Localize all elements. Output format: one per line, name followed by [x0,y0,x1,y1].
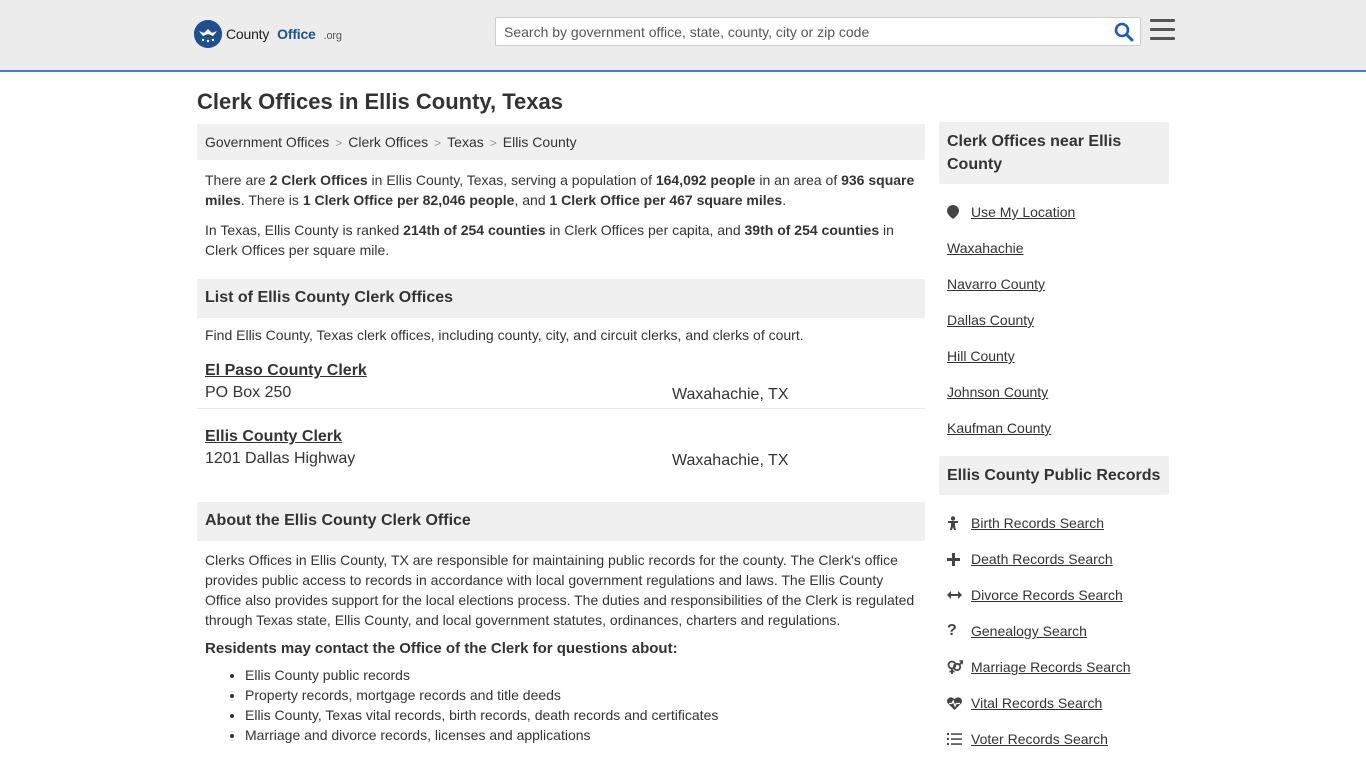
list-icon [947,733,971,745]
list-item: Property records, mortgage records and t… [245,685,925,705]
list-item: Ellis County public records [245,665,925,685]
office-list: El Paso County Clerk PO Box 250 Waxahach… [197,343,925,473]
nearby-offices-heading: Clerk Offices near Ellis County [939,122,1169,184]
chevron-right-icon: > [489,136,497,150]
breadcrumb-clerk-offices[interactable]: Clerk Offices [348,134,428,150]
contact-heading: Residents may contact the Office of the … [205,640,678,657]
chevron-right-icon: > [335,136,343,150]
location-pin-icon [947,205,971,219]
nearby-link[interactable]: Kaufman County [947,420,1051,436]
about-heading: About the Ellis County Clerk Office [197,502,925,541]
public-records-heading: Ellis County Public Records [939,456,1169,495]
office-city: Waxahachie, TX [672,452,789,469]
list-item: Marriage and divorce records, licenses a… [245,725,925,745]
heartbeat-icon [947,696,971,710]
page-title: Clerk Offices in Ellis County, Texas [197,89,563,114]
breadcrumb: Government Offices > Clerk Offices > Texas > E… [197,124,925,160]
sidebar-item-waxahachie: Waxahachie [947,230,1161,266]
nearby-link[interactable]: Hill County [947,348,1015,364]
records-link[interactable]: Genealogy Search [971,623,1087,639]
logo-wordmark: County Office .org [226,26,342,42]
arrows-horizontal-icon [947,590,971,600]
logo-county: County [226,26,270,42]
nearby-link[interactable]: Waxahachie [947,240,1024,256]
office-list-description: Find Ellis County, Texas clerk offices, … [205,327,804,343]
sidebar-item-dallas-county: Dallas County [947,302,1161,338]
search-input[interactable] [496,18,1096,45]
intro-statistics: There are 2 Clerk Offices in Ellis Count… [205,172,915,208]
sidebar-item-kaufman-county: Kaufman County [947,410,1161,446]
nearby-offices-list: Use My Location Waxahachie Navarro Count… [939,194,1169,446]
office-listing: El Paso County Clerk PO Box 250 Waxahach… [197,343,925,408]
site-header: County Office .org [0,0,1366,72]
sidebar-item-genealogy: ? Genealogy Search [947,613,1161,649]
sidebar-item-death-records: Death Records Search [947,541,1161,577]
logo-office: Office [277,26,316,42]
breadcrumb-government-offices[interactable]: Government Offices [205,134,329,150]
hamburger-menu-icon[interactable] [1150,19,1175,41]
main-content: Clerk Offices in Ellis County, Texas Gov… [197,72,925,745]
office-address: PO Box 250 [205,384,292,401]
chevron-right-icon: > [434,136,442,150]
sidebar-item-navarro-county: Navarro County [947,266,1161,302]
sidebar-item-birth-records: Birth Records Search [947,505,1161,541]
public-records-list: Birth Records Search Death Records Searc… [939,505,1169,757]
search-box [495,17,1141,46]
office-listing: Ellis County Clerk 1201 Dallas Highway W… [197,408,925,473]
office-name-link[interactable]: El Paso County Clerk [205,362,367,380]
list-item: Ellis County, Texas vital records, birth… [245,705,925,725]
sidebar-item-marriage-records: Marriage Records Search [947,649,1161,685]
sidebar: Clerk Offices near Ellis County Use My L… [939,122,1169,757]
breadcrumb-ellis-county[interactable]: Ellis County [503,134,577,150]
breadcrumb-texas[interactable]: Texas [447,134,484,150]
gender-icon [947,660,971,674]
sidebar-item-vital-records: Vital Records Search [947,685,1161,721]
nearby-link[interactable]: Dallas County [947,312,1034,328]
sidebar-item-hill-county: Hill County [947,338,1161,374]
logo-org: .org [323,30,342,42]
sidebar-item-johnson-county: Johnson County [947,374,1161,410]
cross-icon [947,552,971,566]
site-logo[interactable]: County Office .org [194,20,342,48]
logo-seal-icon [194,20,222,48]
office-list-heading: List of Ellis County Clerk Offices [197,279,925,318]
records-link[interactable]: Vital Records Search [971,695,1102,711]
about-text: Clerks Offices in Ellis County, TX are r… [205,552,915,628]
nearby-link[interactable]: Navarro County [947,276,1045,292]
office-city: Waxahachie, TX [672,386,789,403]
sidebar-item-voter-records: Voter Records Search [947,721,1161,757]
question-icon: ? [947,622,957,639]
baby-icon [947,515,971,531]
sidebar-item-use-my-location: Use My Location [947,194,1161,230]
records-link[interactable]: Birth Records Search [971,515,1104,531]
records-link[interactable]: Voter Records Search [971,731,1108,747]
search-icon[interactable] [1114,22,1134,42]
sidebar-item-divorce-records: Divorce Records Search [947,577,1161,613]
contact-topics-list: Ellis County public records Property rec… [197,665,925,745]
records-link[interactable]: Marriage Records Search [971,659,1131,675]
office-address: 1201 Dallas Highway [205,450,356,467]
records-link[interactable]: Death Records Search [971,551,1113,567]
intro-ranking: In Texas, Ellis County is ranked 214th o… [205,222,894,258]
use-my-location-link[interactable]: Use My Location [971,204,1075,220]
office-name-link[interactable]: Ellis County Clerk [205,428,342,446]
nearby-link[interactable]: Johnson County [947,384,1048,400]
records-link[interactable]: Divorce Records Search [971,587,1123,603]
